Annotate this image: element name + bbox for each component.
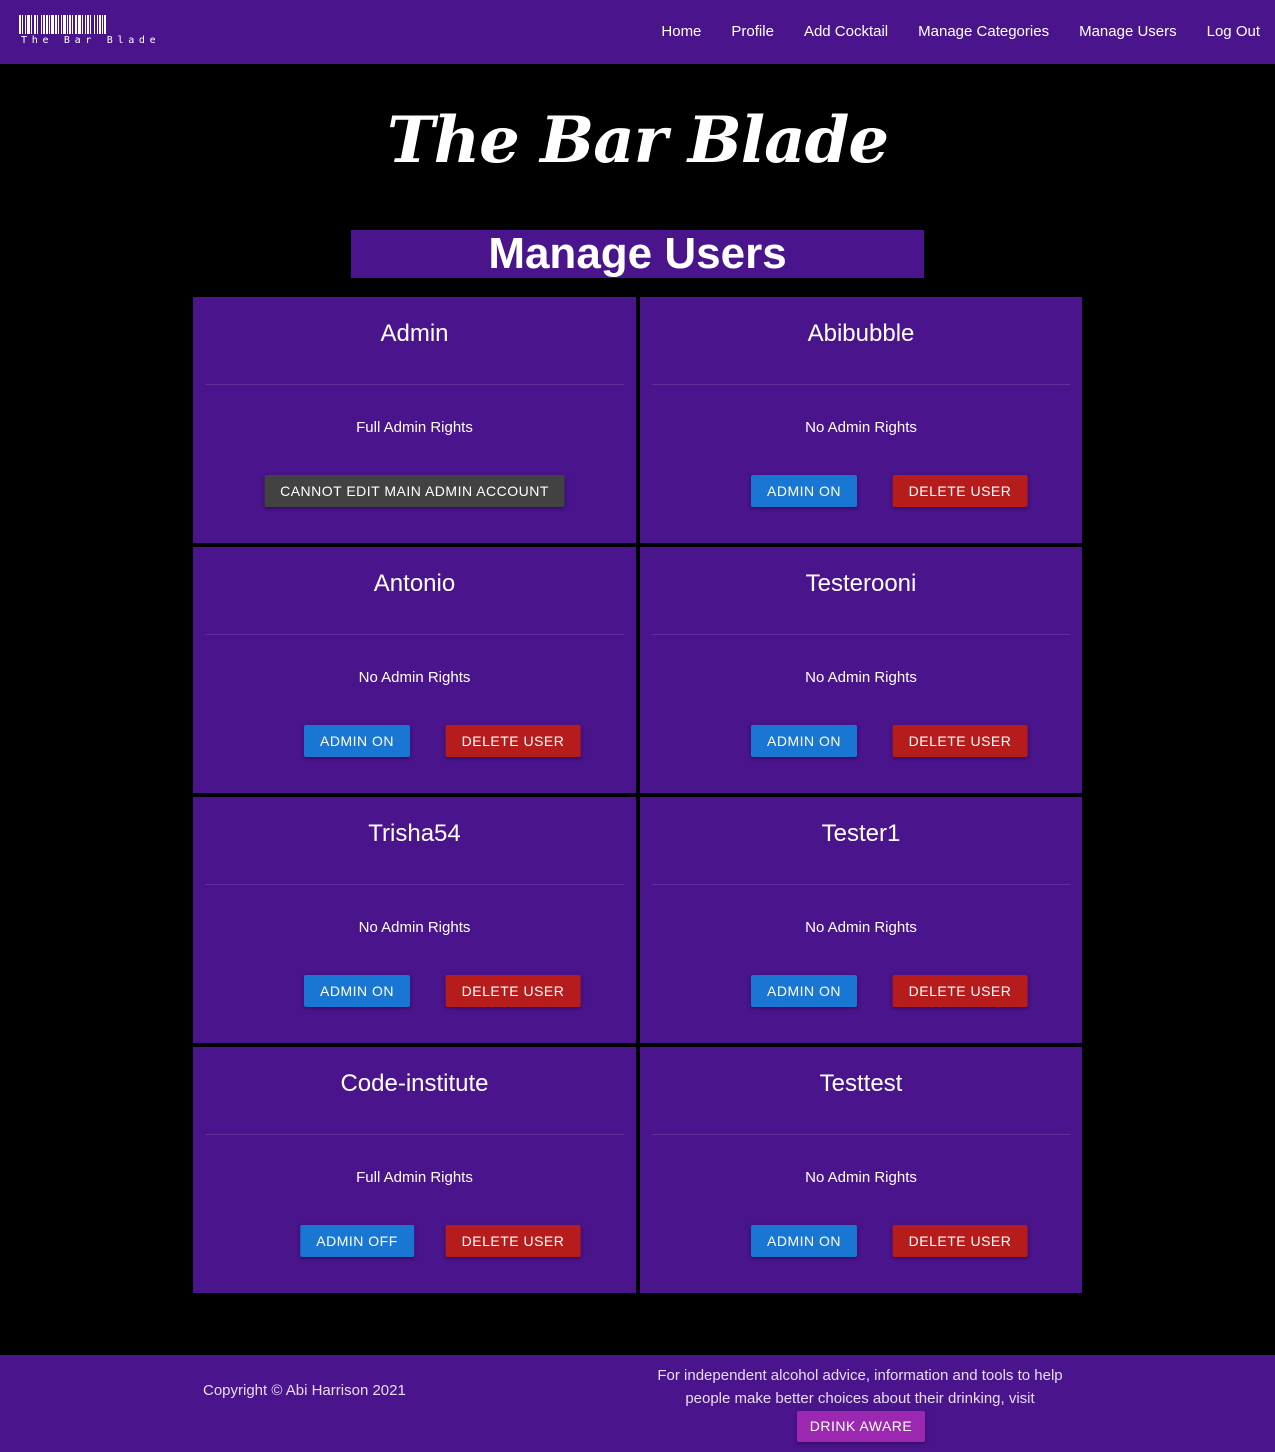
barcode-graphic (19, 15, 106, 34)
card-divider (652, 884, 1070, 885)
nav-link-manage-users[interactable]: Manage Users (1064, 0, 1192, 64)
logo-text: The Bar Blade (21, 35, 161, 46)
barcode-stripe (75, 15, 77, 34)
delete-user-button[interactable]: DELETE USER (892, 475, 1028, 507)
card-divider (205, 884, 624, 885)
drink-aware-button[interactable]: DRINK AWARE (797, 1411, 925, 1442)
delete-user-button[interactable]: DELETE USER (892, 975, 1028, 1007)
user-name: Admin (380, 320, 449, 347)
barcode-stripe (85, 15, 86, 34)
user-card-trisha54: Trisha54 No Admin Rights ADMIN ON DELETE… (193, 797, 636, 1043)
delete-user-button[interactable]: DELETE USER (892, 1225, 1028, 1257)
user-rights: Full Admin Rights (356, 1169, 473, 1186)
user-card-code-institute: Code-institute Full Admin Rights ADMIN O… (193, 1047, 636, 1293)
barcode-stripe (25, 15, 26, 34)
user-name: Trisha54 (368, 820, 461, 847)
barcode-stripe (55, 15, 57, 34)
user-card-testerooni: Testerooni No Admin Rights ADMIN ON DELE… (640, 547, 1082, 793)
barcode-stripe (82, 15, 83, 34)
barcode-stripe (99, 15, 101, 34)
barcode-stripe (102, 15, 103, 34)
user-rights: No Admin Rights (805, 669, 917, 686)
barcode-stripe (90, 15, 91, 34)
user-rights: No Admin Rights (805, 919, 917, 936)
card-divider (652, 384, 1070, 385)
user-name: Testtest (819, 1070, 903, 1097)
barcode-stripe (58, 15, 59, 34)
admin-toggle-button[interactable]: ADMIN ON (304, 725, 410, 757)
site-title: The Bar Blade (386, 103, 889, 178)
barcode-stripe (43, 15, 45, 34)
footer: Copyright © Abi Harrison 2021 For indepe… (0, 1355, 1275, 1452)
advice-text: For independent alcohol advice, informat… (657, 1367, 1063, 1407)
delete-user-button[interactable]: DELETE USER (445, 975, 581, 1007)
user-card-antonio: Antonio No Admin Rights ADMIN ON DELETE … (193, 547, 636, 793)
user-name: Antonio (373, 570, 456, 597)
barcode-stripe (34, 15, 36, 34)
nav-links: Home Profile Add Cocktail Manage Categor… (646, 0, 1275, 64)
admin-toggle-button[interactable]: ADMIN ON (751, 1225, 857, 1257)
card-divider (652, 634, 1070, 635)
delete-user-button[interactable]: DELETE USER (892, 725, 1028, 757)
user-rights: No Admin Rights (358, 669, 471, 686)
admin-toggle-button[interactable]: ADMIN OFF (300, 1225, 414, 1257)
cannot-edit-admin-button[interactable]: CANNOT EDIT MAIN ADMIN ACCOUNT (264, 475, 565, 507)
barcode-stripe (72, 15, 73, 34)
delete-user-button[interactable]: DELETE USER (445, 725, 581, 757)
card-divider (652, 1134, 1070, 1135)
barcode-stripe (41, 15, 42, 34)
barcode-stripe (69, 15, 71, 34)
user-card-tester1: Tester1 No Admin Rights ADMIN ON DELETE … (640, 797, 1082, 1043)
admin-toggle-button[interactable]: ADMIN ON (304, 975, 410, 1007)
barcode-stripe (67, 15, 68, 34)
delete-user-button[interactable]: DELETE USER (445, 1225, 581, 1257)
card-divider (205, 384, 624, 385)
user-name: Abibubble (807, 320, 915, 347)
barcode-stripe (19, 15, 21, 34)
navbar: The Bar Blade Home Profile Add Cocktail … (0, 0, 1275, 64)
barcode-stripe (49, 15, 50, 34)
barcode-stripe (37, 15, 38, 34)
user-name: Tester1 (821, 820, 901, 847)
nav-link-add-cocktail[interactable]: Add Cocktail (789, 0, 903, 64)
barcode-stripe (94, 15, 95, 34)
nav-link-home[interactable]: Home (646, 0, 716, 64)
barcode-stripe (46, 15, 48, 34)
nav-link-log-out[interactable]: Log Out (1192, 0, 1275, 64)
user-card-testtest: Testtest No Admin Rights ADMIN ON DELETE… (640, 1047, 1082, 1293)
nav-link-profile[interactable]: Profile (716, 0, 789, 64)
barcode-stripe (31, 15, 32, 34)
user-name: Testerooni (805, 570, 917, 597)
barcode-stripe (22, 15, 23, 34)
user-card-admin: Admin Full Admin Rights CANNOT EDIT MAIN… (193, 297, 636, 543)
copyright-text: Copyright © Abi Harrison 2021 (203, 1382, 406, 1399)
barcode-stripe (27, 15, 30, 34)
barcode-stripe (63, 15, 66, 34)
barcode-stripe (87, 15, 89, 34)
user-rights: No Admin Rights (358, 919, 471, 936)
page-heading: Manage Users (351, 230, 924, 278)
barcode-stripe (51, 15, 54, 34)
user-card-abibubble: Abibubble No Admin Rights ADMIN ON DELET… (640, 297, 1082, 543)
users-grid: Admin Full Admin Rights CANNOT EDIT MAIN… (193, 297, 1082, 1293)
card-divider (205, 1134, 624, 1135)
admin-toggle-button[interactable]: ADMIN ON (751, 725, 857, 757)
barcode-logo-icon[interactable]: The Bar Blade (19, 15, 156, 47)
user-rights: Full Admin Rights (356, 419, 473, 436)
user-rights: No Admin Rights (805, 1169, 917, 1186)
nav-link-manage-categories[interactable]: Manage Categories (903, 0, 1064, 64)
barcode-stripe (61, 15, 62, 34)
admin-toggle-button[interactable]: ADMIN ON (751, 975, 857, 1007)
barcode-stripe (97, 15, 98, 34)
card-divider (205, 634, 624, 635)
admin-toggle-button[interactable]: ADMIN ON (751, 475, 857, 507)
barcode-stripe (104, 15, 106, 34)
barcode-stripe (78, 15, 81, 34)
user-name: Code-institute (340, 1070, 489, 1097)
user-rights: No Admin Rights (805, 419, 917, 436)
